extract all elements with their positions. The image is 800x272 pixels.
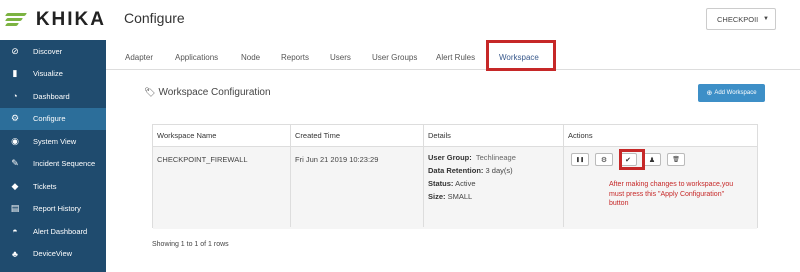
sidebar-item-label: Tickets bbox=[33, 181, 57, 191]
sidebar-nav: ⊘ Discover ▮ Visualize ◔ Dashboard ⚙ Con… bbox=[0, 40, 106, 272]
column-header-workspace-name[interactable]: Workspace Name bbox=[153, 125, 291, 147]
tab-applications[interactable]: Applications bbox=[175, 53, 218, 62]
sidebar-item-alert-dashboard[interactable]: ◓ Alert Dashboard bbox=[0, 220, 106, 243]
settings-button[interactable]: ⚙ bbox=[595, 153, 613, 166]
sidebar-item-label: Discover bbox=[33, 46, 63, 56]
compass-icon: ⊘ bbox=[11, 45, 19, 56]
ticket-icon: ◆ bbox=[11, 180, 19, 191]
column-header-details[interactable]: Details bbox=[424, 125, 564, 147]
delete-icon: 🗑 bbox=[672, 157, 680, 163]
sidebar-item-label: Report History bbox=[33, 204, 81, 214]
sidebar-item-incident-sequence[interactable]: ✎ Incident Sequence bbox=[0, 153, 106, 176]
sidebar-item-system-view[interactable]: ◉ System View bbox=[0, 130, 106, 153]
column-divider bbox=[423, 125, 424, 227]
gauge-icon: ◓ bbox=[12, 226, 18, 237]
workspace-select-value: CHECKPOII bbox=[717, 14, 759, 24]
tab-user-groups[interactable]: User Groups bbox=[372, 53, 417, 62]
tab-users[interactable]: Users bbox=[330, 53, 351, 62]
sidebar-item-dashboard[interactable]: ◔ Dashboard bbox=[0, 85, 106, 108]
sidebar-item-tickets[interactable]: ◆ Tickets bbox=[0, 175, 106, 198]
section-title: 🏷 Workspace Configuration bbox=[144, 87, 271, 98]
incident-icon: ✎ bbox=[11, 158, 19, 169]
column-divider bbox=[290, 125, 291, 227]
sidebar-item-discover[interactable]: ⊘ Discover bbox=[0, 40, 106, 63]
sidebar-item-report-history[interactable]: ▤ Report History bbox=[0, 198, 106, 221]
column-divider bbox=[563, 125, 564, 227]
page-title: Configure bbox=[124, 10, 185, 26]
detail-size: Size: SMALL bbox=[428, 192, 473, 201]
logo-mark-icon bbox=[4, 11, 28, 29]
tab-node[interactable]: Node bbox=[241, 53, 260, 62]
column-header-created-time[interactable]: Created Time bbox=[291, 125, 424, 147]
column-header-actions[interactable]: Actions bbox=[564, 125, 757, 147]
apply-button-highlight bbox=[619, 149, 645, 170]
sidebar-item-label: Visualize bbox=[33, 69, 63, 79]
tab-alert-rules[interactable]: Alert Rules bbox=[436, 53, 475, 62]
workspace-name-cell: CHECKPOINT_FIREWALL bbox=[157, 155, 248, 164]
delete-button[interactable]: 🗑 bbox=[667, 153, 685, 166]
wrench-icon: ⚙ bbox=[10, 113, 20, 124]
tab-reports[interactable]: Reports bbox=[281, 53, 309, 62]
plus-circle-icon: ⊕ bbox=[706, 90, 713, 97]
add-workspace-button[interactable]: ⊕ Add Workspace bbox=[698, 84, 765, 102]
list-icon: ▤ bbox=[10, 203, 20, 214]
sidebar-item-configure[interactable]: ⚙ Configure bbox=[0, 107, 106, 130]
sidebar-item-visualize[interactable]: ▮ Visualize bbox=[0, 63, 106, 86]
details-cell: User Group: Techlineage Data Retention: … bbox=[428, 151, 516, 203]
pagination-info: Showing 1 to 1 of 1 rows bbox=[152, 241, 229, 248]
brand-logo[interactable]: KHIKA bbox=[0, 0, 106, 40]
user-icon: ♟ bbox=[648, 156, 656, 164]
tag-icon: 🏷 bbox=[144, 87, 156, 97]
sidebar-item-label: System View bbox=[33, 136, 77, 146]
workspace-tab-highlight bbox=[486, 40, 556, 71]
sidebar-item-label: Dashboard bbox=[33, 91, 70, 101]
pause-icon: ❚❚ bbox=[575, 156, 585, 163]
config-tabs: Adapter Applications Node Reports Users … bbox=[106, 48, 800, 70]
sidebar-item-label: Incident Sequence bbox=[33, 159, 96, 169]
detail-user-group: User Group: Techlineage bbox=[428, 153, 516, 162]
settings-icon: ⚙ bbox=[600, 156, 608, 164]
sidebar-item-label: Alert Dashboard bbox=[33, 226, 88, 236]
sidebar-item-deviceview[interactable]: ♣ DeviceView bbox=[0, 243, 106, 266]
annotation-note: After making changes to workspace,you mu… bbox=[609, 181, 734, 207]
dashboard-icon: ◔ bbox=[12, 91, 18, 102]
section-title-text: Workspace Configuration bbox=[158, 87, 271, 98]
sidebar: KHIKA ⊘ Discover ▮ Visualize ◔ Dashboard… bbox=[0, 0, 106, 272]
pause-button[interactable]: ❚❚ bbox=[571, 153, 589, 166]
detail-retention: Data Retention: 3 day(s) bbox=[428, 166, 513, 175]
sitemap-icon: ♣ bbox=[12, 248, 18, 259]
tab-adapter[interactable]: Adapter bbox=[125, 53, 153, 62]
user-button[interactable]: ♟ bbox=[643, 153, 661, 166]
created-time-cell: Fri Jun 21 2019 10:23:29 bbox=[295, 155, 379, 164]
brand-name: KHIKA bbox=[35, 9, 106, 30]
detail-status: Status: Active bbox=[428, 179, 476, 188]
workspace-table: Workspace Name Created Time Details Acti… bbox=[152, 124, 758, 229]
table-row: CHECKPOINT_FIREWALL Fri Jun 21 2019 10:2… bbox=[153, 147, 757, 229]
chevron-down-icon: ▼ bbox=[763, 16, 769, 22]
eye-icon: ◉ bbox=[11, 135, 19, 146]
sidebar-item-label: DeviceView bbox=[33, 249, 73, 259]
sidebar-item-label: Configure bbox=[33, 114, 66, 124]
bar-chart-icon: ▮ bbox=[12, 68, 18, 79]
add-workspace-label: Add Workspace bbox=[714, 90, 757, 96]
workspace-select[interactable]: CHECKPOII ▼ bbox=[706, 8, 776, 30]
